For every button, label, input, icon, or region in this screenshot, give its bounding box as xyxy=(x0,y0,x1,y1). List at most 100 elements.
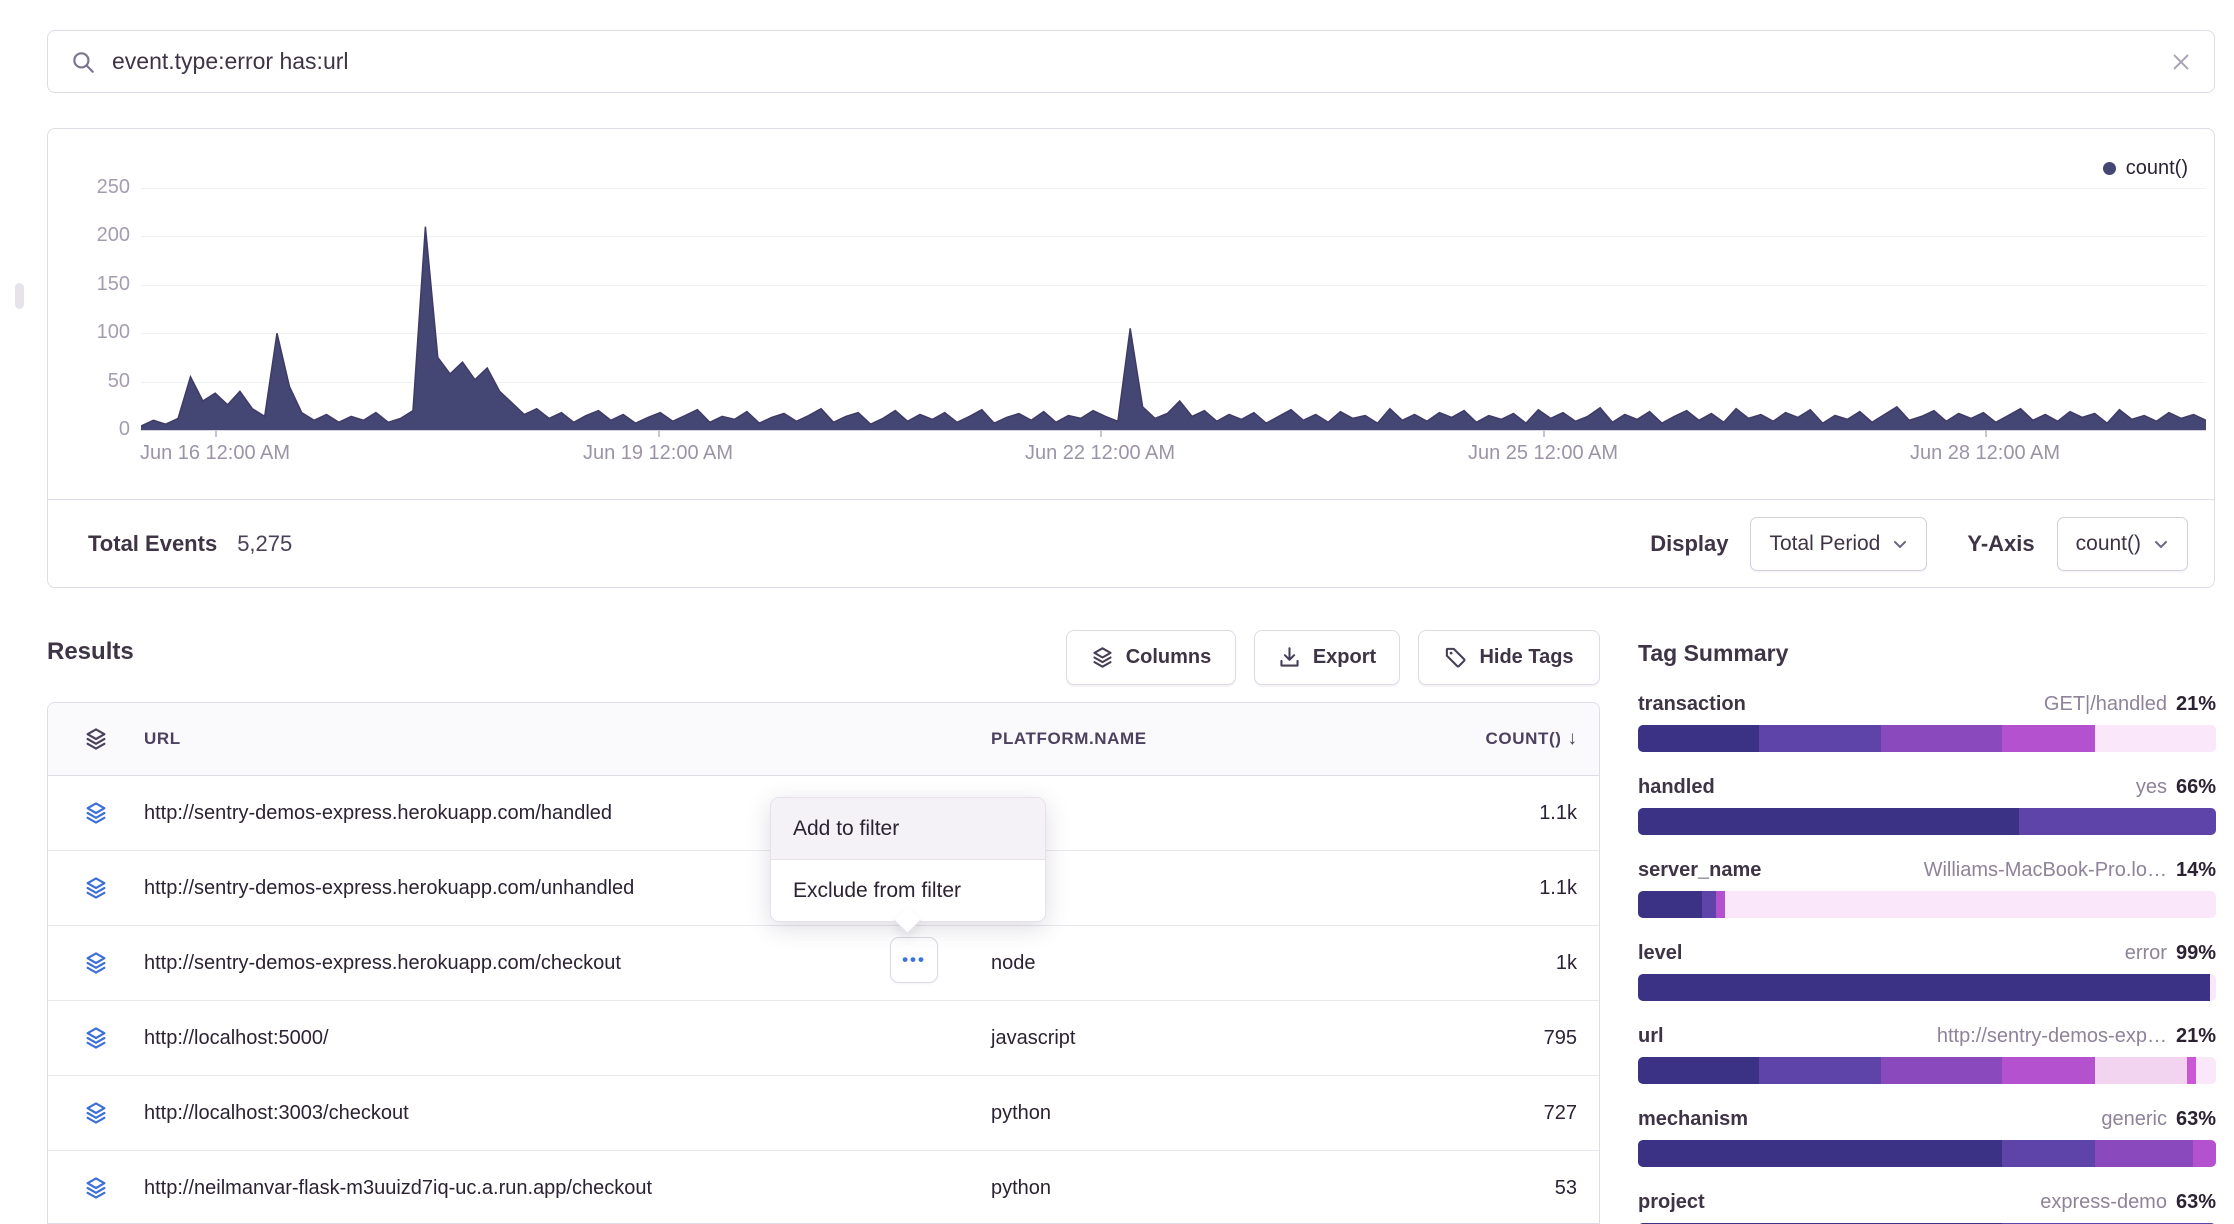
tag-bar-segment xyxy=(1716,891,1725,918)
cell-actions-button[interactable]: ••• xyxy=(890,937,938,983)
tag-bar-segment xyxy=(1881,1057,2002,1084)
tag-top-value: error xyxy=(2125,942,2167,965)
search-bar[interactable]: event.type:error has:url xyxy=(47,30,2215,93)
tag-bar-segment xyxy=(1638,1140,2002,1167)
tag-bar-segment xyxy=(2019,808,2216,835)
tag-bar-segment xyxy=(2193,1140,2216,1167)
stack-icon xyxy=(84,727,108,751)
tag-distribution-bar[interactable] xyxy=(1638,891,2216,918)
tag-top-percentage: 63% xyxy=(2176,1191,2216,1214)
platform-cell: python xyxy=(991,1102,1051,1124)
url-cell[interactable]: http://localhost:5000/ xyxy=(144,1027,329,1049)
tag-name: project xyxy=(1638,1191,1705,1214)
tag-distribution-bar[interactable] xyxy=(1638,808,2216,835)
column-header-platform[interactable]: PLATFORM.NAME xyxy=(991,729,1147,748)
x-axis-tick xyxy=(215,430,217,437)
tag-name: mechanism xyxy=(1638,1108,1748,1131)
display-dropdown[interactable]: Total Period xyxy=(1750,517,1927,571)
sidebar-collapse-handle[interactable] xyxy=(15,283,24,309)
tag-top-percentage: 14% xyxy=(2176,859,2216,882)
tag-bar-segment xyxy=(1638,808,2019,835)
tag-bar-segment xyxy=(2095,1140,2193,1167)
count-cell: 795 xyxy=(1544,1027,1577,1049)
tag-name: transaction xyxy=(1638,693,1746,716)
count-cell: 727 xyxy=(1544,1102,1577,1124)
y-axis-tick-label: 0 xyxy=(50,418,130,441)
x-axis-tick-label: Jun 19 12:00 AM xyxy=(583,442,733,465)
table-row[interactable]: http://sentry-demos-express.herokuapp.co… xyxy=(48,926,1599,1001)
tag-group: transaction GET|/handled 21% xyxy=(1638,693,2216,752)
tag-name: handled xyxy=(1638,776,1715,799)
tag-distribution-bar[interactable] xyxy=(1638,974,2216,1001)
table-row[interactable]: http://neilmanvar-flask-m3uuizd7iq-uc.a.… xyxy=(48,1151,1599,1224)
tag-distribution-bar[interactable] xyxy=(1638,725,2216,752)
tag-groups: transaction GET|/handled 21% handled yes… xyxy=(1638,693,2216,1224)
columns-button[interactable]: Columns xyxy=(1066,630,1236,685)
close-icon[interactable] xyxy=(2170,51,2192,73)
export-button[interactable]: Export xyxy=(1254,630,1400,685)
chevron-down-icon xyxy=(1892,536,1908,552)
yaxis-dropdown[interactable]: count() xyxy=(2057,517,2188,571)
tag-name: level xyxy=(1638,942,1682,965)
tag-bar-segment xyxy=(1881,725,2002,752)
tag-bar-segment xyxy=(1638,891,1702,918)
tag-top-percentage: 21% xyxy=(2176,693,2216,716)
column-header-count[interactable]: COUNT() xyxy=(1486,729,1562,748)
table-row[interactable]: http://localhost:5000/ javascript 795 xyxy=(48,1001,1599,1076)
column-header-url[interactable]: URL xyxy=(144,729,181,748)
tag-top-value: Williams-MacBook-Pro.lo… xyxy=(1924,859,2167,882)
y-axis-tick-label: 250 xyxy=(50,176,130,199)
tag-bar-segment xyxy=(1638,1057,1759,1084)
stack-icon xyxy=(84,876,108,900)
table-header: URL PLATFORM.NAME COUNT()↓ xyxy=(48,703,1599,776)
chart-footer: Total Events 5,275 Display Total Period … xyxy=(48,499,2214,587)
chevron-down-icon xyxy=(2153,536,2169,552)
x-axis-tick-label: Jun 28 12:00 AM xyxy=(1910,442,2060,465)
tag-bar-segment xyxy=(2095,725,2216,752)
tag-top-value: express-demo xyxy=(2040,1191,2167,1214)
tag-group: level error 99% xyxy=(1638,942,2216,1001)
tag-top-value: generic xyxy=(2101,1108,2167,1131)
url-cell[interactable]: http://localhost:3003/checkout xyxy=(144,1102,409,1124)
url-cell[interactable]: http://sentry-demos-express.herokuapp.co… xyxy=(144,802,612,824)
results-table: URL PLATFORM.NAME COUNT()↓ http://sentry… xyxy=(47,702,1600,1224)
tag-group: mechanism generic 63% xyxy=(1638,1108,2216,1167)
stack-icon xyxy=(84,951,108,975)
display-label: Display xyxy=(1650,531,1728,557)
hide-tags-button[interactable]: Hide Tags xyxy=(1418,630,1600,685)
tag-bar-segment xyxy=(1725,891,2216,918)
url-cell[interactable]: http://sentry-demos-express.herokuapp.co… xyxy=(144,952,621,974)
tag-bar-segment xyxy=(2196,1057,2216,1084)
tag-group: project express-demo 63% xyxy=(1638,1191,2216,1224)
platform-cell: node xyxy=(991,952,1036,974)
x-axis-tick xyxy=(658,430,660,437)
tag-name: server_name xyxy=(1638,859,1761,882)
events-chart-card: count() 050100150200250 Jun 16 12:00 AMJ… xyxy=(47,128,2215,588)
results-title: Results xyxy=(47,638,134,666)
url-cell[interactable]: http://sentry-demos-express.herokuapp.co… xyxy=(144,877,634,899)
tag-bar-segment xyxy=(1638,974,2210,1001)
platform-cell: javascript xyxy=(991,1027,1075,1049)
table-row[interactable]: http://localhost:3003/checkout python 72… xyxy=(48,1076,1599,1151)
event-count-area-chart xyxy=(141,174,2206,430)
count-cell: 53 xyxy=(1555,1177,1577,1199)
tag-bar-segment xyxy=(2210,974,2216,1001)
menu-item-add-to-filter[interactable]: Add to filter xyxy=(771,798,1045,859)
search-icon xyxy=(70,49,96,75)
tag-distribution-bar[interactable] xyxy=(1638,1140,2216,1167)
stack-icon xyxy=(84,801,108,825)
tag-bar-segment xyxy=(2002,725,2094,752)
tag-bar-segment xyxy=(2002,1140,2094,1167)
tag-top-percentage: 99% xyxy=(2176,942,2216,965)
x-axis-tick-label: Jun 25 12:00 AM xyxy=(1468,442,1618,465)
count-cell: 1.1k xyxy=(1539,877,1577,899)
stack-icon xyxy=(84,1176,108,1200)
x-axis-tick xyxy=(1985,430,1987,437)
hide-tags-button-label: Hide Tags xyxy=(1479,646,1573,669)
tag-top-value: http://sentry-demos-exp… xyxy=(1937,1025,2167,1048)
tag-distribution-bar[interactable] xyxy=(1638,1057,2216,1084)
x-axis-tick-label: Jun 16 12:00 AM xyxy=(140,442,290,465)
url-cell[interactable]: http://neilmanvar-flask-m3uuizd7iq-uc.a.… xyxy=(144,1177,652,1199)
tag-bar-segment xyxy=(1638,725,1759,752)
search-input[interactable]: event.type:error has:url xyxy=(112,48,2170,75)
